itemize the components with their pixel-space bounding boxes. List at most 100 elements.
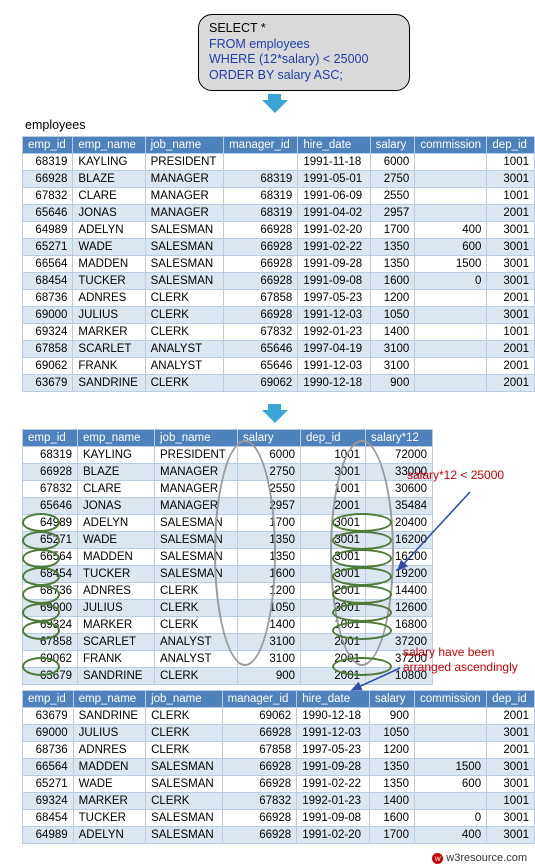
cell-salary: 1350 xyxy=(237,531,301,549)
cell-salary: 1600 xyxy=(368,809,415,827)
table-row: 63679 SANDRINE CLERK 69062 1990-12-18 900 2001 xyxy=(21,374,535,392)
cell-emp_name: TUCKER xyxy=(72,272,146,290)
cell-emp_name: ADELYN xyxy=(77,514,155,532)
column-header-emp_id: emp_id xyxy=(22,429,78,447)
cell-emp_id: 69062 xyxy=(21,357,74,375)
cell-hire_date: 1991-02-22 xyxy=(296,775,370,793)
cell-commission xyxy=(414,323,488,341)
cell-emp_name: SANDRINE xyxy=(72,374,146,392)
cell-salary: 2957 xyxy=(237,497,301,515)
cell-hire_date: 1991-12-03 xyxy=(297,306,371,324)
cell-emp_name: JONAS xyxy=(72,204,146,222)
cell-dep_id: 2001 xyxy=(486,707,535,725)
cell-emp_name: WADE xyxy=(77,531,155,549)
cell-job_name: CLERK xyxy=(154,582,238,600)
cell-dep_id: 3001 xyxy=(486,306,535,324)
cell-salary: 3100 xyxy=(237,650,301,668)
table-row: 67832 CLARE MANAGER 68319 1991-06-09 2550 1001 xyxy=(21,187,535,205)
cell-salary: 1600 xyxy=(237,565,301,583)
cell-emp_id: 68319 xyxy=(22,446,78,464)
cell-job_name: MANAGER xyxy=(144,187,225,205)
cell-salary: 1050 xyxy=(237,599,301,617)
table-row: 68319 KAYLING PRESIDENT 1991-11-18 6000 1001 xyxy=(21,153,535,171)
cell-salary*12: 72000 xyxy=(365,446,433,464)
cell-manager_id: 67832 xyxy=(221,792,298,810)
cell-dep_id: 1001 xyxy=(486,323,535,341)
cell-job_name: PRESIDENT xyxy=(154,446,238,464)
cell-emp_id: 67832 xyxy=(21,187,74,205)
column-header-emp_name: emp_name xyxy=(77,429,155,447)
cell-dep_id: 2001 xyxy=(300,650,366,668)
cell-job_name: MANAGER xyxy=(154,480,238,498)
cell-commission xyxy=(414,374,488,392)
cell-emp_id: 69062 xyxy=(22,650,78,668)
cell-manager_id: 69062 xyxy=(221,707,298,725)
cell-dep_id: 3001 xyxy=(300,599,366,617)
cell-emp_id: 68319 xyxy=(21,153,74,171)
cell-emp_name: BLAZE xyxy=(72,170,146,188)
cell-manager_id: 66928 xyxy=(223,221,299,239)
cell-hire_date: 1997-05-23 xyxy=(296,741,370,759)
cell-dep_id: 2001 xyxy=(486,741,535,759)
table-row: 69062 FRANK ANALYST 65646 1991-12-03 3100 2001 xyxy=(21,357,535,375)
cell-commission: 1500 xyxy=(413,758,488,776)
cell-salary: 900 xyxy=(369,374,416,392)
cell-commission xyxy=(414,357,488,375)
cell-dep_id: 3001 xyxy=(486,775,535,793)
table-row: 69062 FRANK ANALYST 3100 2001 37200 xyxy=(22,650,433,668)
employees-table: emp_id emp_name job_name manager_id hire_dat… xyxy=(21,136,535,392)
arrow-down-icon-2 xyxy=(261,410,288,423)
cell-commission xyxy=(414,170,488,188)
sql-line-4: ORDER BY salary ASC; xyxy=(209,67,343,82)
cell-salary: 6000 xyxy=(237,446,301,464)
table-row: 67832 CLARE MANAGER 2550 1001 30600 xyxy=(22,480,433,498)
cell-commission xyxy=(414,153,488,171)
employees-table-caption: employees xyxy=(25,118,86,132)
cell-emp_id: 66928 xyxy=(21,170,74,188)
cell-manager_id: 65646 xyxy=(223,340,299,358)
column-header-emp_name: emp_name xyxy=(72,690,147,708)
arrow-down-icon-1 xyxy=(261,100,288,113)
cell-dep_id: 2001 xyxy=(300,582,366,600)
cell-emp_name: SCARLET xyxy=(77,633,155,651)
table-row: 63679 SANDRINE CLERK 69062 1990-12-18 900 2001 xyxy=(22,707,535,725)
cell-emp_id: 69324 xyxy=(22,792,74,810)
cell-commission xyxy=(414,289,488,307)
cell-emp_name: FRANK xyxy=(72,357,146,375)
column-header-manager_id: manager_id xyxy=(221,690,298,708)
cell-job_name: MANAGER xyxy=(154,497,238,515)
cell-salary: 1350 xyxy=(369,255,416,273)
cell-manager_id: 68319 xyxy=(223,187,299,205)
cell-emp_id: 65271 xyxy=(22,775,74,793)
cell-emp_name: WADE xyxy=(72,775,147,793)
cell-emp_id: 68736 xyxy=(22,741,74,759)
table-row: 68454 TUCKER SALESMAN 66928 1991-09-08 1600 0 3… xyxy=(21,272,535,290)
cell-salary: 1600 xyxy=(369,272,416,290)
cell-hire_date: 1991-12-03 xyxy=(297,357,371,375)
table-row: 65271 WADE SALESMAN 66928 1991-02-22 1350 600 3… xyxy=(21,238,535,256)
cell-salary: 6000 xyxy=(369,153,416,171)
cell-emp_id: 65646 xyxy=(22,497,78,515)
cell-salary: 1200 xyxy=(369,289,416,307)
table-row: 68319 KAYLING PRESIDENT 6000 1001 72000 xyxy=(22,446,433,464)
cell-commission xyxy=(414,340,488,358)
cell-job_name: CLERK xyxy=(145,741,223,759)
cell-job_name: SALESMAN xyxy=(145,775,223,793)
cell-dep_id: 1001 xyxy=(300,616,366,634)
cell-emp_name: BLAZE xyxy=(77,463,155,481)
cell-dep_id: 3001 xyxy=(300,463,366,481)
cell-dep_id: 2001 xyxy=(486,340,535,358)
cell-salary*12: 20400 xyxy=(365,514,433,532)
computed-salary-table: emp_id emp_name job_name salary dep_id salary… xyxy=(22,429,433,685)
cell-emp_id: 65271 xyxy=(22,531,78,549)
sort-annotation-line2: arranged ascendingly xyxy=(403,660,518,674)
cell-manager_id xyxy=(223,153,299,171)
cell-emp_name: ADNRES xyxy=(72,741,147,759)
cell-job_name: MANAGER xyxy=(144,204,225,222)
cell-job_name: SALESMAN xyxy=(145,758,223,776)
table-row: 68736 ADNRES CLERK 67858 1997-05-23 1200 2001 xyxy=(22,741,535,759)
cell-hire_date: 1991-09-08 xyxy=(296,809,370,827)
cell-job_name: SALESMAN xyxy=(144,272,225,290)
cell-commission: 0 xyxy=(413,809,488,827)
cell-dep_id: 1001 xyxy=(486,792,535,810)
